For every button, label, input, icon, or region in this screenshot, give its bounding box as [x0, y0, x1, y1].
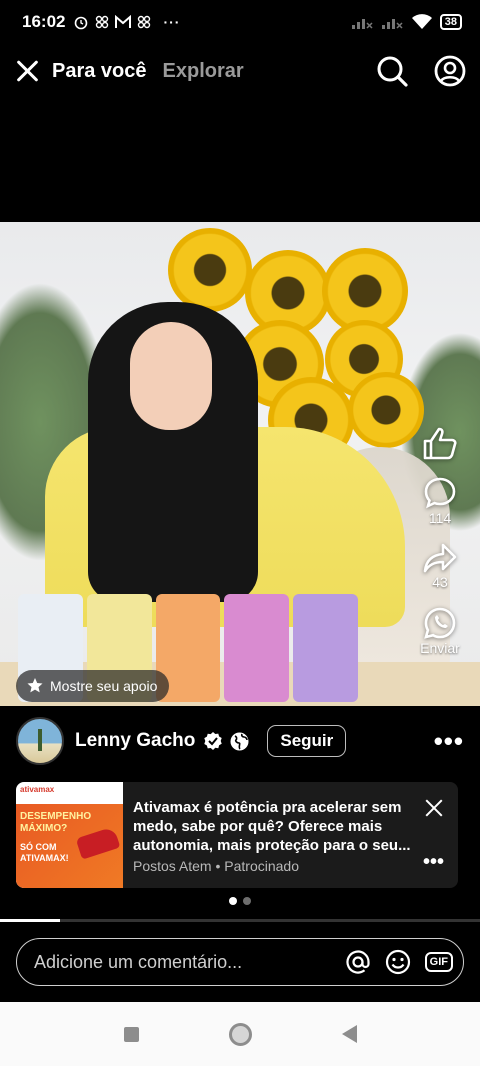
ad-title[interactable]: Ativamax é potência pra acelerar sem med…	[133, 798, 424, 855]
follow-button[interactable]: Seguir	[267, 725, 347, 757]
alarm-icon	[75, 16, 88, 30]
ad-meta: Postos Atem • Patrocinado	[133, 858, 424, 874]
tab-para-voce[interactable]: Para você	[52, 60, 147, 83]
app-icon	[96, 15, 109, 29]
system-navigation-bar	[0, 1002, 480, 1066]
ad-thumb-tagline: SÓ COM ATIVAMAX!	[20, 842, 69, 863]
thumbs-up-icon	[423, 427, 457, 460]
ad-more-options-icon[interactable]: •••	[423, 851, 444, 874]
ad-thumb-headline: DESEMPENHO MÁXIMO?	[20, 811, 92, 834]
tab-explorar[interactable]: Explorar	[163, 60, 244, 83]
author-row: Lenny Gacho Seguir •••	[16, 716, 464, 766]
more-options-icon[interactable]: •••	[434, 726, 464, 757]
comment-placeholder[interactable]: Adicione um comentário...	[34, 952, 345, 973]
comment-icon	[424, 477, 456, 509]
gmail-icon	[115, 15, 132, 28]
pager-dot[interactable]	[229, 897, 237, 905]
playback-progress-fill	[0, 919, 60, 922]
battery-icon: 38	[439, 14, 462, 30]
share-button[interactable]: 43	[422, 542, 458, 590]
top-nav-actions	[376, 55, 466, 87]
mention-icon[interactable]	[345, 949, 371, 975]
send-button[interactable]: Enviar	[420, 606, 460, 656]
pager-dot[interactable]	[243, 897, 251, 905]
recent-apps-button[interactable]	[123, 1026, 139, 1042]
close-icon[interactable]	[424, 798, 444, 818]
support-label: Mostre seu apoio	[50, 678, 158, 694]
like-button[interactable]	[422, 426, 458, 460]
back-button[interactable]	[341, 1025, 357, 1043]
ad-thumbnail[interactable]: ativamax DESEMPENHO MÁXIMO? SÓ COM ATIVA…	[16, 782, 123, 888]
sponsored-ad-card[interactable]: ativamax DESEMPENHO MÁXIMO? SÓ COM ATIVA…	[16, 782, 458, 888]
ad-brand-logo: ativamax	[20, 785, 55, 794]
close-icon[interactable]	[14, 58, 40, 84]
signal-icon	[351, 19, 373, 29]
comment-tools: GIF	[345, 949, 453, 975]
author-name[interactable]: Lenny Gacho	[75, 730, 195, 752]
share-count: 43	[432, 574, 448, 590]
meta-separator: •	[215, 858, 225, 874]
search-icon[interactable]	[376, 55, 408, 87]
globe-icon	[230, 732, 249, 750]
support-star-icon	[27, 678, 43, 693]
ad-body: Ativamax é potência pra acelerar sem med…	[123, 782, 458, 888]
status-right: 38	[351, 14, 462, 30]
share-icon	[423, 543, 457, 573]
wifi-icon	[411, 14, 432, 29]
emoji-icon[interactable]	[385, 949, 411, 975]
profile-icon[interactable]	[434, 55, 466, 87]
person-face	[130, 322, 212, 430]
ad-advertiser[interactable]: Postos Atem	[133, 858, 212, 874]
support-button[interactable]: Mostre seu apoio	[16, 670, 170, 702]
ad-sponsored-label: Patrocinado	[224, 858, 299, 874]
top-nav: Para você Explorar	[0, 44, 480, 98]
comment-input[interactable]: Adicione um comentário... GIF	[16, 938, 464, 986]
status-notification-icons: ···	[73, 14, 180, 30]
signal-icon	[381, 19, 403, 29]
comment-count: 114	[428, 510, 452, 526]
side-actions: 114 43 Enviar	[408, 426, 472, 672]
verified-badge-icon	[204, 732, 223, 750]
gif-icon[interactable]: GIF	[424, 952, 453, 972]
playback-progress-bar[interactable]	[0, 919, 480, 922]
status-time: 16:02	[22, 12, 66, 31]
home-button[interactable]	[228, 1022, 252, 1046]
more-notifications-icon: ···	[163, 14, 181, 30]
send-label: Enviar	[420, 640, 460, 656]
status-bar: 16:02 ··· 38	[0, 0, 480, 44]
sunflower	[168, 228, 252, 312]
app-icon	[138, 15, 151, 29]
comment-button[interactable]: 114	[423, 476, 457, 526]
whatsapp-icon	[424, 607, 456, 639]
avatar[interactable]	[16, 717, 64, 765]
carousel-pager	[0, 897, 480, 905]
